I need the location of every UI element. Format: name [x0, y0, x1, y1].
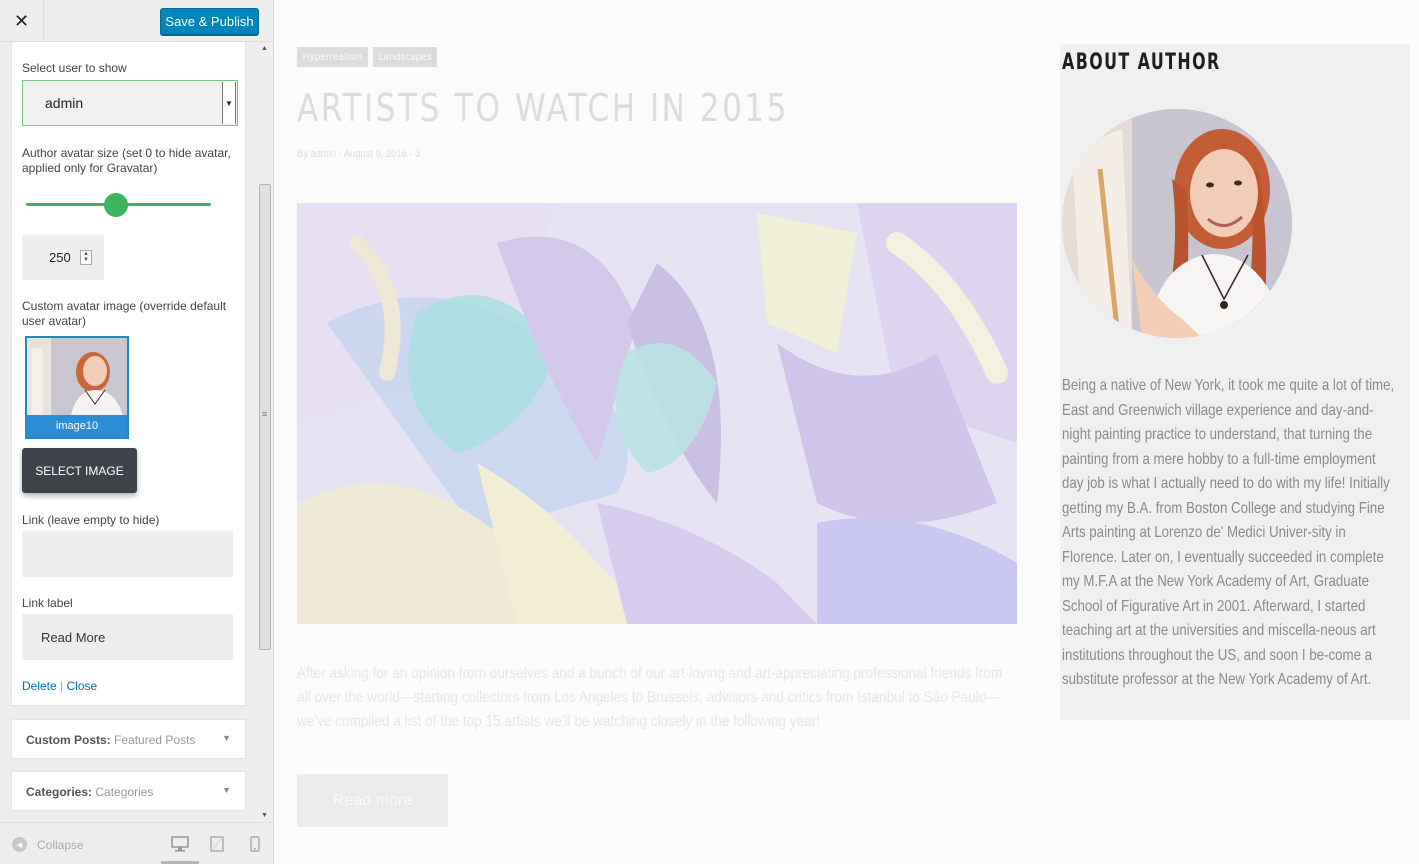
mobile-icon[interactable]	[246, 835, 264, 853]
post-title[interactable]: ARTISTS TO WATCH IN 2015	[297, 86, 789, 130]
delete-link[interactable]: Delete	[22, 679, 57, 693]
post-meta: By admin - August 9, 2016 - 3	[297, 148, 421, 160]
author-avatar	[1062, 109, 1292, 338]
avatar-size-slider-handle[interactable]	[104, 193, 128, 217]
user-select-value: admin	[45, 95, 84, 111]
link-text-value: Read More	[41, 630, 106, 645]
section-subtitle: Featured Posts	[114, 733, 196, 747]
custom-avatar-thumbnail[interactable]: image10	[25, 336, 129, 439]
actions-separator: |	[60, 679, 64, 693]
customizer-sidebar: ✕ Save & Publish Select user to show adm…	[0, 0, 274, 864]
avatar-thumbnail-image	[27, 338, 127, 415]
section-title: Categories: Categories	[26, 785, 153, 799]
chevron-down-icon[interactable]: ▼	[222, 82, 236, 124]
sidebar-scrollbar[interactable]: ▲ ≡ ▼	[258, 42, 272, 822]
about-author-title: ABOUT AUTHOR	[1062, 50, 1221, 75]
author-widget-form: Select user to show admin ▼ Author avata…	[11, 42, 246, 706]
section-custom-posts[interactable]: Custom Posts: Featured Posts ▼	[11, 719, 246, 759]
close-icon: ✕	[13, 10, 30, 31]
section-subtitle: Categories	[95, 785, 154, 799]
link-label: Link (leave empty to hide)	[22, 513, 160, 527]
post-tag[interactable]: Landscapes	[373, 47, 437, 67]
stepper-icon[interactable]: ▲ ▼	[80, 250, 92, 265]
link-input[interactable]	[22, 531, 233, 577]
tablet-icon[interactable]	[208, 835, 226, 853]
collapse-icon: ◀	[12, 837, 27, 852]
about-author-widget: ABOUT AUTHOR Being a native of New York,…	[1060, 44, 1410, 720]
collapse-label: Collapse	[37, 837, 84, 852]
user-select-label: Select user to show	[22, 61, 127, 75]
post-excerpt: After asking for an opinion from ourselv…	[297, 665, 1003, 730]
scroll-down-icon[interactable]: ▼	[261, 812, 268, 819]
chevron-down-icon[interactable]: ▼	[222, 733, 231, 743]
widget-actions: Delete | Close	[22, 679, 97, 693]
avatar-size-value: 250	[49, 250, 71, 265]
section-title-label: Categories:	[26, 785, 93, 799]
avatar-size-input[interactable]: 250 ▲ ▼	[22, 235, 104, 280]
link-text-input[interactable]: Read More	[22, 614, 233, 660]
customizer-footer: ◀ Collapse	[0, 822, 273, 864]
save-publish-button[interactable]: Save & Publish	[160, 8, 259, 35]
grip-icon: ≡	[262, 409, 268, 419]
section-title: Custom Posts: Featured Posts	[26, 733, 195, 747]
collapse-button[interactable]: ◀ Collapse	[12, 837, 84, 852]
avatar-thumbnail-caption: image10	[27, 415, 127, 437]
read-more-button[interactable]: Read more	[297, 774, 448, 827]
custom-avatar-label: Custom avatar image (override default us…	[22, 299, 227, 328]
section-title-label: Custom Posts:	[26, 733, 111, 747]
avatar-size-label: Author avatar size (set 0 to hide avatar…	[22, 146, 231, 175]
link-text-label: Link label	[22, 596, 73, 610]
section-categories[interactable]: Categories: Categories ▼	[11, 771, 246, 811]
user-select[interactable]: admin ▼	[22, 80, 238, 126]
post-featured-image[interactable]	[297, 203, 1017, 624]
author-bio: Being a native of New York, it took me q…	[1062, 377, 1395, 688]
customizer-header: ✕ Save & Publish	[0, 0, 273, 42]
close-customizer-button[interactable]: ✕	[0, 0, 44, 42]
scroll-up-icon[interactable]: ▲	[261, 45, 268, 52]
site-preview: Hyperrealism Landscapes ARTISTS TO WATCH…	[275, 0, 1419, 864]
select-image-button[interactable]: SELECT IMAGE	[22, 448, 137, 493]
chevron-down-icon[interactable]: ▼	[222, 785, 231, 795]
close-link[interactable]: Close	[67, 679, 98, 693]
scrollbar-thumb[interactable]: ≡	[259, 184, 271, 650]
desktop-icon[interactable]	[171, 835, 189, 853]
post-tag[interactable]: Hyperrealism	[297, 47, 368, 67]
